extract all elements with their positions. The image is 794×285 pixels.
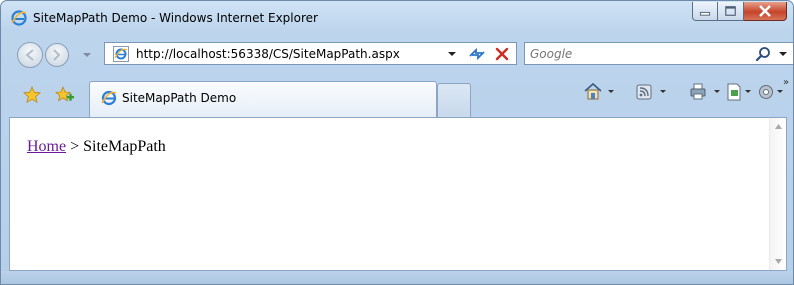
add-to-favorites-icon[interactable] bbox=[55, 86, 75, 104]
close-window-button[interactable] bbox=[744, 2, 787, 21]
more-commands-chevron-icon[interactable]: » bbox=[783, 77, 789, 88]
print-icon[interactable] bbox=[689, 81, 723, 103]
back-arrow-icon bbox=[25, 49, 34, 61]
ie-logo-icon bbox=[101, 90, 117, 106]
search-options-dropdown-icon[interactable] bbox=[778, 49, 788, 59]
page-ie-icon bbox=[113, 46, 129, 62]
home-icon[interactable] bbox=[583, 81, 617, 103]
refresh-icon[interactable] bbox=[468, 46, 486, 62]
feeds-icon[interactable] bbox=[635, 81, 669, 103]
title-bar: SiteMapPath Demo - Windows Internet Expl… bbox=[1, 1, 793, 35]
search-icon[interactable] bbox=[755, 46, 771, 62]
maximize-icon bbox=[725, 6, 736, 16]
ie-logo-icon bbox=[11, 10, 27, 26]
search-input[interactable] bbox=[530, 45, 740, 62]
scroll-up-arrow-icon[interactable] bbox=[774, 123, 783, 130]
scroll-down-arrow-icon[interactable] bbox=[774, 258, 783, 265]
back-button[interactable] bbox=[17, 42, 43, 68]
breadcrumb-separator: > bbox=[66, 138, 84, 155]
caption-buttons bbox=[692, 2, 787, 22]
minimize-icon bbox=[699, 11, 711, 16]
forward-arrow-icon bbox=[53, 49, 61, 61]
page-menu-icon[interactable] bbox=[725, 81, 755, 103]
breadcrumb-current: SiteMapPath bbox=[83, 138, 166, 155]
window-bottom-frame bbox=[1, 271, 793, 284]
favorites-star-icon[interactable] bbox=[23, 86, 41, 104]
page-content: Home > SiteMapPath bbox=[9, 117, 787, 271]
tab-bar: SiteMapPath Demo » bbox=[1, 73, 793, 117]
minimize-button[interactable] bbox=[692, 2, 718, 21]
breadcrumb-home-link[interactable]: Home bbox=[27, 138, 66, 155]
tab-sitemappath-demo[interactable]: SiteMapPath Demo bbox=[89, 81, 437, 117]
window-title: SiteMapPath Demo - Windows Internet Expl… bbox=[33, 11, 318, 25]
browser-window: SiteMapPath Demo - Windows Internet Expl… bbox=[0, 0, 794, 285]
sitemap-path-breadcrumb: Home > SiteMapPath bbox=[27, 138, 166, 156]
forward-button[interactable] bbox=[45, 43, 69, 67]
vertical-scrollbar[interactable] bbox=[769, 118, 786, 270]
navigation-bar: http://localhost:56338/CS/SiteMapPath.as… bbox=[1, 39, 793, 69]
search-box[interactable] bbox=[524, 42, 793, 65]
recent-pages-dropdown-icon[interactable] bbox=[81, 50, 93, 60]
maximize-button[interactable] bbox=[718, 2, 744, 21]
address-dropdown-icon[interactable] bbox=[445, 47, 459, 61]
new-tab-button[interactable] bbox=[437, 83, 471, 117]
tab-label: SiteMapPath Demo bbox=[122, 91, 237, 105]
address-bar[interactable]: http://localhost:56338/CS/SiteMapPath.as… bbox=[104, 42, 517, 65]
stop-icon[interactable] bbox=[494, 46, 510, 62]
url-text[interactable]: http://localhost:56338/CS/SiteMapPath.as… bbox=[136, 47, 400, 61]
close-icon bbox=[759, 5, 771, 17]
